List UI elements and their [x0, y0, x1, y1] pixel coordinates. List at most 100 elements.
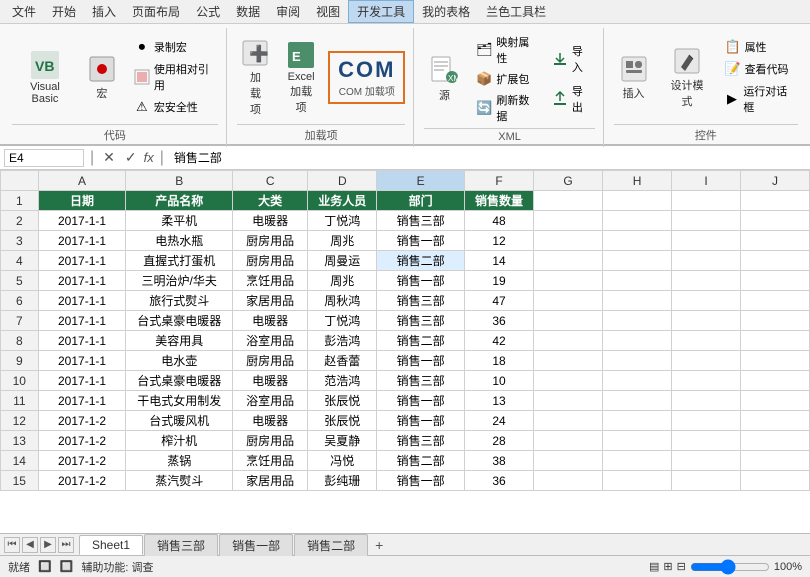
cell-a[interactable]: 2017-1-1 — [38, 291, 126, 311]
view-page-break[interactable]: ⊟ — [677, 560, 686, 573]
menu-page-layout[interactable]: 页面布局 — [124, 1, 188, 22]
menu-insert[interactable]: 插入 — [84, 1, 124, 22]
cell-h[interactable] — [603, 231, 672, 251]
cancel-formula-btn[interactable]: ✕ — [100, 149, 118, 166]
name-box[interactable] — [4, 149, 84, 167]
cell-b[interactable]: 干电式女用制发 — [126, 391, 233, 411]
cell-f[interactable]: 13 — [465, 391, 534, 411]
cell-i[interactable] — [672, 231, 741, 251]
expand-pack-btn[interactable]: 📦 扩展包 — [472, 69, 539, 89]
cell-h[interactable] — [603, 251, 672, 271]
cell-c[interactable]: 家居用品 — [233, 291, 308, 311]
col-header-g[interactable]: G — [534, 171, 603, 191]
cell-b[interactable]: 旅行式熨斗 — [126, 291, 233, 311]
view-layout[interactable]: ⊞ — [663, 560, 672, 573]
cell-f[interactable]: 18 — [465, 351, 534, 371]
cell-f[interactable]: 42 — [465, 331, 534, 351]
cell-e[interactable]: 销售一部 — [377, 411, 465, 431]
cell-h[interactable] — [603, 411, 672, 431]
view-normal[interactable]: ▤ — [649, 560, 659, 573]
cell-f[interactable]: 19 — [465, 271, 534, 291]
cell-c[interactable]: 厨房用品 — [233, 251, 308, 271]
cell-d[interactable]: 彭浩鸿 — [308, 331, 377, 351]
cell-1j[interactable] — [741, 191, 810, 211]
cell-j[interactable] — [741, 331, 810, 351]
cell-i[interactable] — [672, 271, 741, 291]
header-dept[interactable]: 部门 — [377, 191, 465, 211]
col-header-e[interactable]: E — [377, 171, 465, 191]
cell-e[interactable]: 销售三部 — [377, 371, 465, 391]
cell-d[interactable]: 范浩鸿 — [308, 371, 377, 391]
cell-g[interactable] — [534, 351, 603, 371]
cell-a[interactable]: 2017-1-1 — [38, 311, 126, 331]
sheet-nav-first[interactable]: ⏮ — [4, 537, 20, 553]
import-btn[interactable]: 导入 — [548, 41, 595, 77]
cell-f[interactable]: 14 — [465, 251, 534, 271]
cell-g[interactable] — [534, 331, 603, 351]
cell-i[interactable] — [672, 211, 741, 231]
cell-h[interactable] — [603, 311, 672, 331]
cell-d[interactable]: 张辰悦 — [308, 391, 377, 411]
view-code-btn[interactable]: 📝 查看代码 — [721, 59, 798, 79]
menu-review[interactable]: 审阅 — [268, 1, 308, 22]
col-header-j[interactable]: J — [741, 171, 810, 191]
cell-e[interactable]: 销售二部 — [377, 251, 465, 271]
cell-d[interactable]: 周秋鸿 — [308, 291, 377, 311]
header-category[interactable]: 大类 — [233, 191, 308, 211]
cell-c[interactable]: 烹饪用品 — [233, 271, 308, 291]
row-num[interactable]: 13 — [1, 431, 39, 451]
cell-c[interactable]: 电暖器 — [233, 411, 308, 431]
menu-my-table[interactable]: 我的表格 — [414, 1, 478, 22]
cell-b[interactable]: 榨汁机 — [126, 431, 233, 451]
map-prop-btn[interactable]: 🗂 映射属性 — [472, 32, 539, 68]
cell-g[interactable] — [534, 451, 603, 471]
cell-b[interactable]: 直握式打蛋机 — [126, 251, 233, 271]
cell-b[interactable]: 柔平机 — [126, 211, 233, 231]
cell-c[interactable]: 浴室用品 — [233, 331, 308, 351]
cell-b[interactable]: 电水壶 — [126, 351, 233, 371]
macro-security-btn[interactable]: ⚠ 宏安全性 — [130, 97, 218, 117]
cell-h[interactable] — [603, 271, 672, 291]
cell-a[interactable]: 2017-1-2 — [38, 411, 126, 431]
cell-j[interactable] — [741, 471, 810, 491]
cell-e[interactable]: 销售三部 — [377, 211, 465, 231]
row-num[interactable]: 6 — [1, 291, 39, 311]
cell-a[interactable]: 2017-1-1 — [38, 371, 126, 391]
cell-j[interactable] — [741, 291, 810, 311]
cell-g[interactable] — [534, 371, 603, 391]
cell-i[interactable] — [672, 311, 741, 331]
properties-btn[interactable]: 📋 属性 — [721, 37, 798, 57]
cell-i[interactable] — [672, 371, 741, 391]
cell-f[interactable]: 28 — [465, 431, 534, 451]
cell-a[interactable]: 2017-1-1 — [38, 251, 126, 271]
cell-c[interactable]: 烹饪用品 — [233, 451, 308, 471]
insert-ctrl-button[interactable]: 插入 — [614, 50, 654, 104]
cell-d[interactable]: 周兆 — [308, 231, 377, 251]
menu-start[interactable]: 开始 — [44, 1, 84, 22]
row-num[interactable]: 10 — [1, 371, 39, 391]
run-dialog-btn[interactable]: ▶ 运行对话框 — [721, 81, 798, 117]
cell-i[interactable] — [672, 251, 741, 271]
cell-f[interactable]: 10 — [465, 371, 534, 391]
cell-i[interactable] — [672, 411, 741, 431]
cell-g[interactable] — [534, 291, 603, 311]
cell-e[interactable]: 销售三部 — [377, 291, 465, 311]
cell-d[interactable]: 周曼运 — [308, 251, 377, 271]
cell-a[interactable]: 2017-1-1 — [38, 391, 126, 411]
cell-a[interactable]: 2017-1-2 — [38, 451, 126, 471]
cell-d[interactable]: 冯悦 — [308, 451, 377, 471]
relative-ref-btn[interactable]: 使用相对引用 — [130, 59, 218, 95]
cell-e[interactable]: 销售三部 — [377, 431, 465, 451]
confirm-formula-btn[interactable]: ✓ — [122, 149, 140, 166]
cell-d[interactable]: 彭纯珊 — [308, 471, 377, 491]
header-salesperson[interactable]: 业务人员 — [308, 191, 377, 211]
cell-a[interactable]: 2017-1-2 — [38, 471, 126, 491]
sheet-nav-last[interactable]: ⏭ — [58, 537, 74, 553]
cell-i[interactable] — [672, 291, 741, 311]
col-header-d[interactable]: D — [308, 171, 377, 191]
cell-e[interactable]: 销售三部 — [377, 311, 465, 331]
cell-b[interactable]: 蒸锅 — [126, 451, 233, 471]
cell-h[interactable] — [603, 451, 672, 471]
cell-c[interactable]: 家居用品 — [233, 471, 308, 491]
cell-j[interactable] — [741, 391, 810, 411]
